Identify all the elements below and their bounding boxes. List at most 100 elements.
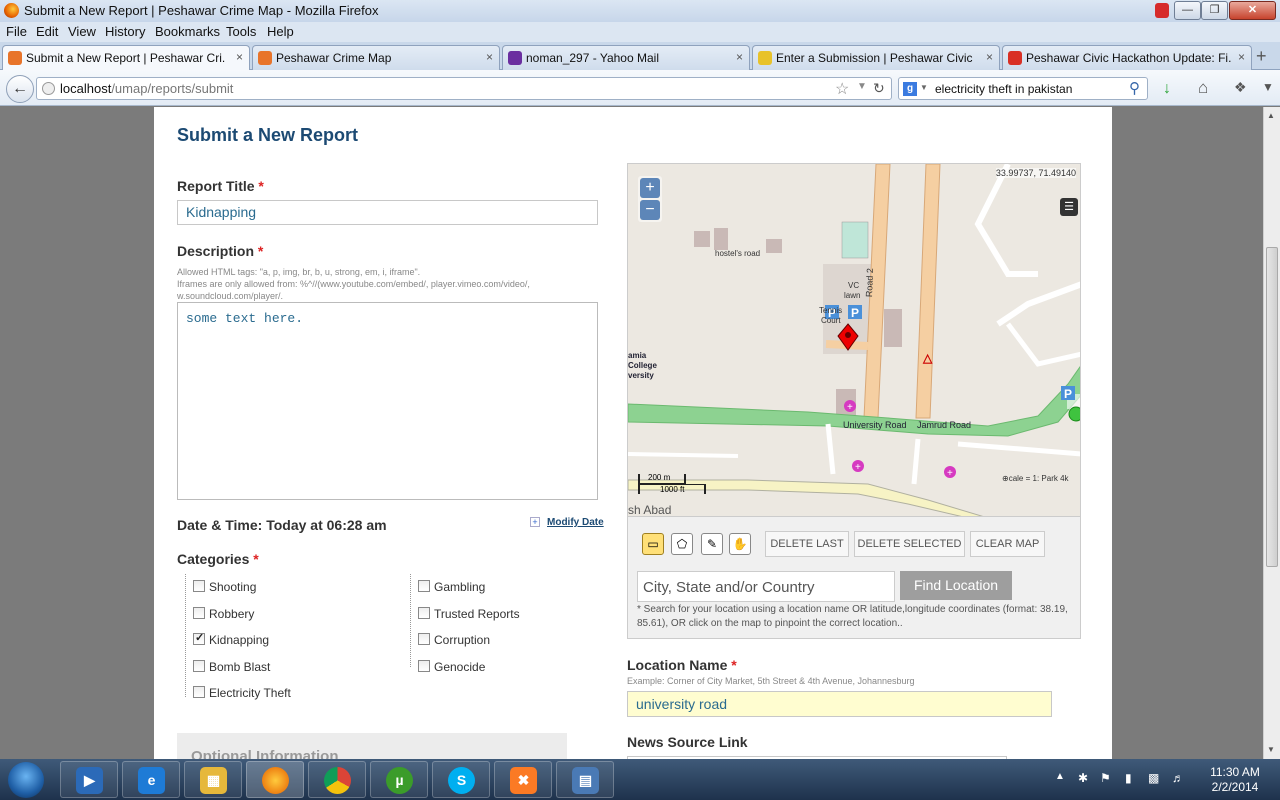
tab-enter-submission[interactable]: Enter a Submission | Peshawar Civic ... … xyxy=(752,45,1000,70)
url-bar[interactable]: localhost/umap/reports/submit ☆ ▼ ↻ xyxy=(36,77,892,100)
system-clock[interactable]: 11:30 AM 2/2/2014 xyxy=(1205,765,1265,795)
tab-close-icon[interactable]: × xyxy=(736,50,743,64)
battery-icon[interactable]: ▮ xyxy=(1125,771,1132,785)
taskbar-xampp[interactable]: ✖ xyxy=(494,761,552,798)
checkbox[interactable] xyxy=(418,607,430,619)
plus-icon[interactable]: + xyxy=(530,517,540,527)
map-label-tennis: Tennis xyxy=(819,306,843,315)
url-text[interactable]: localhost/umap/reports/submit xyxy=(60,81,233,96)
search-input[interactable]: electricity theft in pakistan xyxy=(935,82,1072,96)
action-center-flag-icon[interactable]: ⚑ xyxy=(1100,771,1111,785)
scroll-down-icon[interactable]: ▼ xyxy=(1267,745,1275,754)
polygon-select-tool-icon[interactable]: ▭ xyxy=(642,533,664,555)
description-textarea[interactable]: some text here. xyxy=(177,302,598,500)
layers-icon[interactable]: ☰ xyxy=(1060,198,1078,216)
addon-icon[interactable] xyxy=(1155,3,1169,18)
checkbox[interactable] xyxy=(193,686,205,698)
menu-dropdown-icon[interactable]: ▼ xyxy=(1262,80,1274,94)
line-draw-tool-icon[interactable]: ✎ xyxy=(701,533,723,555)
map-scale-metric: 200 m xyxy=(638,473,686,484)
page-title: Submit a New Report xyxy=(177,125,359,145)
url-history-dropdown-icon[interactable]: ▼ xyxy=(857,81,867,92)
menu-edit[interactable]: Edit xyxy=(36,24,58,39)
delete-last-button[interactable]: DELETE LAST xyxy=(765,531,849,557)
location-search-input[interactable]: City, State and/or Country xyxy=(637,571,895,602)
checkbox[interactable] xyxy=(193,607,205,619)
map-label-college: College xyxy=(628,361,657,370)
menu-tools[interactable]: Tools xyxy=(226,24,256,39)
taskbar-explorer[interactable]: ▦ xyxy=(184,761,242,798)
tab-close-icon[interactable]: × xyxy=(1238,50,1245,64)
scrollbar-thumb[interactable] xyxy=(1266,247,1278,567)
tab-label: Peshawar Crime Map xyxy=(276,51,392,65)
new-tab-button[interactable]: + xyxy=(1256,46,1267,67)
taskbar-utorrent[interactable]: µ xyxy=(370,761,428,798)
search-bar[interactable]: g ▼ electricity theft in pakistan ⚲ xyxy=(898,77,1148,100)
modify-date-link[interactable]: Modify Date xyxy=(547,517,604,528)
tab-close-icon[interactable]: × xyxy=(236,50,243,64)
engine-dropdown-icon[interactable]: ▼ xyxy=(920,83,928,92)
xampp-icon: ✖ xyxy=(510,767,537,794)
zoom-in-button[interactable]: + xyxy=(640,178,660,198)
menu-view[interactable]: View xyxy=(68,24,96,39)
bluetooth-icon[interactable]: ✱ xyxy=(1078,771,1088,785)
page-content: Submit a New Report Report Title * Kidna… xyxy=(154,107,1112,759)
show-hidden-icons[interactable]: ▲ xyxy=(1055,771,1065,782)
tab-close-icon[interactable]: × xyxy=(986,50,993,64)
tab-submit-report[interactable]: Submit a New Report | Peshawar Cri... × xyxy=(2,45,250,71)
maximize-button[interactable]: ❐ xyxy=(1201,1,1228,20)
close-window-button[interactable]: ✕ xyxy=(1229,1,1276,20)
google-icon[interactable]: g xyxy=(903,82,917,96)
checkbox[interactable] xyxy=(418,580,430,592)
map-canvas[interactable]: P P P + + + △ xyxy=(628,164,1081,517)
checkbox[interactable] xyxy=(193,580,205,592)
search-icon[interactable]: ⚲ xyxy=(1129,79,1140,97)
home-icon[interactable]: ⌂ xyxy=(1198,78,1208,98)
report-title-input[interactable]: Kidnapping xyxy=(177,200,598,225)
taskbar-internet-explorer[interactable]: e xyxy=(122,761,180,798)
taskbar-chrome[interactable] xyxy=(308,761,366,798)
polygon-draw-tool-icon[interactable]: ⬠ xyxy=(671,533,693,555)
delete-selected-button[interactable]: DELETE SELECTED xyxy=(854,531,965,557)
taskbar-control-panel[interactable]: ▤ xyxy=(556,761,614,798)
tab-yahoo-mail[interactable]: noman_297 - Yahoo Mail × xyxy=(502,45,750,70)
firefox-icon xyxy=(4,3,19,18)
page-scrollbar[interactable]: ▲ ▼ xyxy=(1263,107,1280,759)
bookmark-star-icon[interactable]: ☆ xyxy=(835,79,849,99)
start-button[interactable] xyxy=(8,762,44,798)
taskbar-skype[interactable]: S xyxy=(432,761,490,798)
windows-taskbar: ▶ e ▦ µ S ✖ ▤ ▲ ✱ ⚑ ▮ ▩ ♬ 11:30 AM 2/2/20… xyxy=(0,759,1280,800)
ushahidi-icon xyxy=(8,51,22,65)
checkbox-checked[interactable] xyxy=(193,631,205,645)
pan-hand-tool-icon[interactable]: ✋ xyxy=(729,533,751,555)
map-label-hostels-road: hostel's road xyxy=(715,249,761,258)
minimize-button[interactable]: — xyxy=(1174,1,1201,20)
checkbox[interactable] xyxy=(418,660,430,672)
checkbox[interactable] xyxy=(418,633,430,645)
scroll-up-icon[interactable]: ▲ xyxy=(1267,111,1275,120)
menu-file[interactable]: File xyxy=(6,24,27,39)
tab-close-icon[interactable]: × xyxy=(486,50,493,64)
checkbox[interactable] xyxy=(193,660,205,672)
ushahidi-icon xyxy=(258,51,272,65)
tab-hackathon-update[interactable]: Peshawar Civic Hackathon Update: Fi... × xyxy=(1002,45,1252,70)
taskbar-firefox[interactable] xyxy=(246,761,304,798)
menu-history[interactable]: History xyxy=(105,24,145,39)
network-signal-icon[interactable]: ▩ xyxy=(1148,771,1159,785)
clear-map-button[interactable]: CLEAR MAP xyxy=(970,531,1045,557)
taskbar-media-player[interactable]: ▶ xyxy=(60,761,118,798)
location-name-input[interactable]: university road xyxy=(627,691,1052,717)
menu-help[interactable]: Help xyxy=(267,24,294,39)
reload-icon[interactable]: ↻ xyxy=(873,80,885,97)
map[interactable]: P P P + + + △ 33.99737, 71.49140 + − ☰ h… xyxy=(627,163,1081,517)
zoom-out-button[interactable]: − xyxy=(640,200,660,220)
menu-bookmarks[interactable]: Bookmarks xyxy=(155,24,220,39)
find-location-button[interactable]: Find Location xyxy=(900,571,1012,600)
download-icon[interactable]: ↓ xyxy=(1163,80,1171,98)
tab-crime-map[interactable]: Peshawar Crime Map × xyxy=(252,45,500,70)
puzzle-icon xyxy=(758,51,772,65)
firebug-icon[interactable]: ❖ xyxy=(1234,79,1247,96)
chrome-icon xyxy=(324,767,351,794)
back-button[interactable]: ← xyxy=(6,75,34,103)
volume-icon[interactable]: ♬ xyxy=(1172,771,1184,785)
